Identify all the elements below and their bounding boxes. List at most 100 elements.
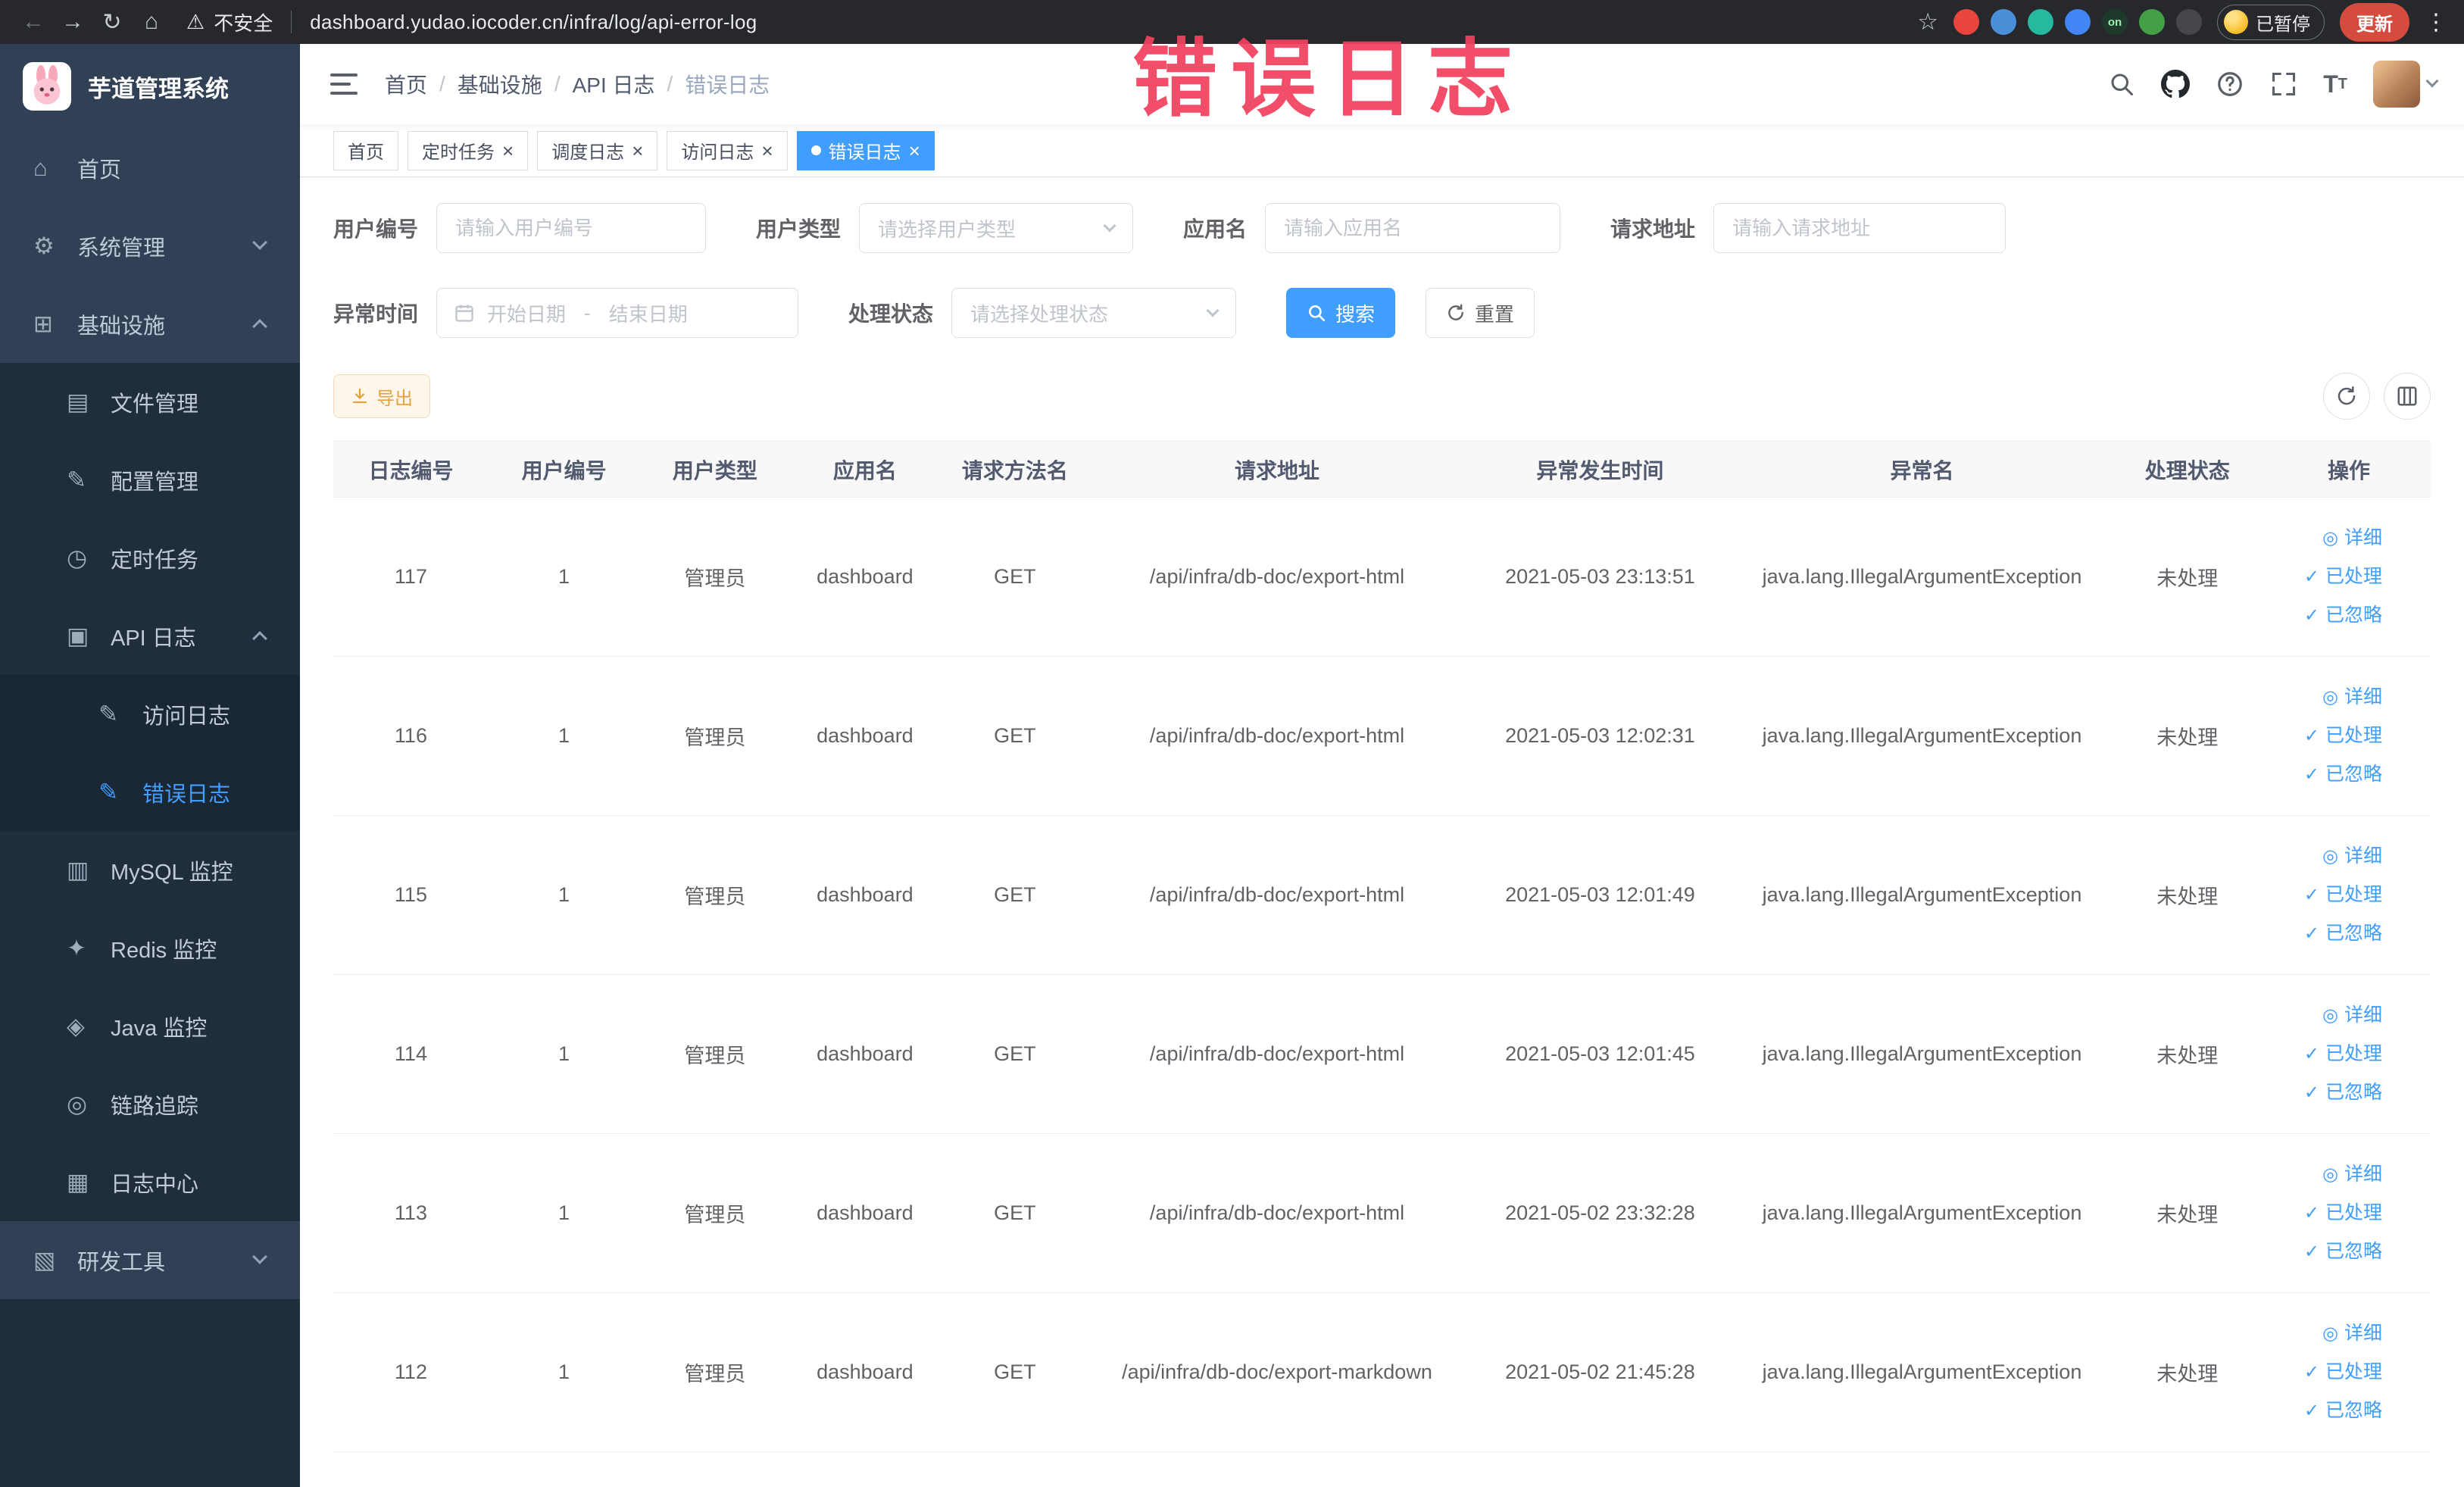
- breadcrumb-item[interactable]: 首页: [385, 69, 427, 99]
- sidebar-item-access-logs[interactable]: ✎ 访问日志: [0, 675, 300, 753]
- extension-blue-drop-icon[interactable]: [1991, 9, 2016, 35]
- sidebar-menu: ⌂ 首页 ⚙ 系统管理 ⊞ 基础设施 ▤ 文件管理 ✎ 配置管理 ◷ 定时任务 ▣ API 日志 ✎ 访问日志…: [0, 129, 300, 1487]
- table-cell: /api/infra/db-doc/export-html: [1090, 974, 1464, 1134]
- action-ignored[interactable]: ✓ 已忽略: [2275, 914, 2382, 953]
- hamburger-icon[interactable]: [327, 69, 361, 99]
- action-ignored[interactable]: ✓ 已忽略: [2275, 1392, 2382, 1430]
- search-icon[interactable]: [2108, 70, 2135, 98]
- action-ignored[interactable]: ✓ 已忽略: [2275, 755, 2382, 794]
- table-cell: 未处理: [2107, 497, 2267, 657]
- action-processed[interactable]: ✓ 已处理: [2275, 1353, 2382, 1392]
- sidebar-item-home[interactable]: ⌂ 首页: [0, 129, 300, 207]
- back-icon[interactable]: ←: [17, 5, 50, 39]
- extension-grid-icon[interactable]: [2065, 9, 2091, 35]
- update-button[interactable]: 更新: [2340, 2, 2409, 42]
- search-button[interactable]: 搜索: [1286, 288, 1396, 338]
- action-label: 已处理: [2325, 1201, 2382, 1223]
- sidebar-item-config-management[interactable]: ✎ 配置管理: [0, 441, 300, 519]
- sidebar-item-scheduled-tasks[interactable]: ◷ 定时任务: [0, 519, 300, 597]
- github-icon[interactable]: [2161, 70, 2191, 98]
- action-detail[interactable]: ◎ 详细: [2275, 678, 2382, 717]
- filter-label: 应用名: [1183, 217, 1248, 241]
- sidebar-item-api-logs[interactable]: ▣ API 日志: [0, 597, 300, 675]
- sidebar-item-error-logs[interactable]: ✎ 错误日志: [0, 753, 300, 831]
- export-button[interactable]: 导出: [333, 374, 430, 418]
- action-detail[interactable]: ◎ 详细: [2275, 996, 2382, 1035]
- check-icon: ✓: [2303, 1401, 2319, 1422]
- action-detail[interactable]: ◎ 详细: [2275, 1314, 2382, 1353]
- request-url-input[interactable]: [1713, 203, 2006, 253]
- action-ignored[interactable]: ✓ 已忽略: [2275, 1232, 2382, 1271]
- date-range-picker[interactable]: 开始日期 - 结束日期: [436, 288, 799, 338]
- action-processed[interactable]: ✓ 已处理: [2275, 558, 2382, 596]
- bookmark-star-icon[interactable]: ☆: [1917, 8, 1938, 36]
- sidebar-item-java-monitor[interactable]: ◈ Java 监控: [0, 987, 300, 1065]
- action-ignored[interactable]: ✓ 已忽略: [2275, 1073, 2382, 1112]
- avatar[interactable]: [2373, 61, 2420, 108]
- tab-访问日志[interactable]: 访问日志 ×: [667, 130, 788, 170]
- font-size-icon[interactable]: TT: [2323, 70, 2347, 98]
- action-detail[interactable]: ◎ 详细: [2275, 837, 2382, 876]
- refresh-icon[interactable]: [2323, 373, 2370, 420]
- browser-home-icon[interactable]: ⌂: [135, 5, 168, 39]
- action-processed[interactable]: ✓ 已处理: [2275, 876, 2382, 914]
- action-detail[interactable]: ◎ 详细: [2275, 519, 2382, 558]
- close-icon[interactable]: ×: [761, 141, 773, 161]
- close-icon[interactable]: ×: [632, 141, 643, 161]
- profile-paused-badge[interactable]: 已暂停: [2217, 4, 2325, 40]
- fullscreen-icon[interactable]: [2270, 70, 2297, 98]
- sidebar-item-dev-tools[interactable]: ▧ 研发工具: [0, 1221, 300, 1299]
- tools-icon: ▧: [33, 1246, 56, 1273]
- sidebar-item-log-center[interactable]: ▦ 日志中心: [0, 1143, 300, 1221]
- action-ignored[interactable]: ✓ 已忽略: [2275, 596, 2382, 635]
- check-icon: ✓: [2303, 725, 2319, 746]
- main-panel: 首页 / 基础设施 / API 日志 / 错误日志 TT 首页 定时任务 × 调…: [300, 44, 2464, 1487]
- sidebar-item-file-management[interactable]: ▤ 文件管理: [0, 363, 300, 441]
- table-cell: 114: [333, 974, 489, 1134]
- tab-调度日志[interactable]: 调度日志 ×: [537, 130, 658, 170]
- reset-button[interactable]: 重置: [1426, 288, 1535, 338]
- action-processed[interactable]: ✓ 已处理: [2275, 1194, 2382, 1232]
- reload-icon[interactable]: ↻: [95, 5, 129, 39]
- column-settings-icon[interactable]: [2384, 373, 2431, 420]
- table-cell: /api/infra/db-doc/export-html: [1090, 497, 1464, 657]
- forward-icon[interactable]: →: [56, 5, 89, 39]
- breadcrumb-item[interactable]: API 日志: [573, 69, 655, 99]
- table-row: 117 1 管理员 dashboard GET/api/infra/db-doc/exp…: [333, 497, 2431, 657]
- site-security[interactable]: ⚠ 不安全: [186, 8, 273, 36]
- extension-paw-icon[interactable]: [2176, 9, 2202, 35]
- table-cell: /api/infra/db-doc/export-html: [1090, 1133, 1464, 1293]
- sidebar-item-trace[interactable]: ◎ 链路追踪: [0, 1065, 300, 1143]
- sidebar-item-mysql-monitor[interactable]: ▥ MySQL 监控: [0, 831, 300, 909]
- help-icon[interactable]: [2216, 70, 2244, 98]
- sidebar-item-infrastructure[interactable]: ⊞ 基础设施: [0, 285, 300, 363]
- extension-teal-icon[interactable]: [2028, 9, 2053, 35]
- breadcrumb-item[interactable]: 基础设施: [458, 69, 542, 99]
- tab-首页[interactable]: 首页: [333, 130, 398, 170]
- table-cell: 117: [333, 497, 489, 657]
- action-processed[interactable]: ✓ 已处理: [2275, 717, 2382, 755]
- close-icon[interactable]: ×: [502, 141, 514, 161]
- tab-错误日志[interactable]: 错误日志 ×: [796, 130, 935, 170]
- redis-icon: ✦: [67, 934, 86, 961]
- user-id-input[interactable]: [436, 203, 707, 253]
- filter-label: 异常时间: [333, 302, 419, 326]
- app-logo[interactable]: 芋道管理系统: [0, 44, 300, 129]
- extension-red-icon[interactable]: [1953, 9, 1979, 35]
- close-icon[interactable]: ×: [909, 141, 920, 161]
- browser-menu-icon[interactable]: ⋮: [2425, 9, 2447, 36]
- app-name-input[interactable]: [1265, 203, 1561, 253]
- user-menu[interactable]: [2373, 61, 2439, 108]
- extension-on-badge-icon[interactable]: on: [2102, 9, 2128, 35]
- sidebar-item-system-management[interactable]: ⚙ 系统管理: [0, 207, 300, 285]
- extension-leaf-icon[interactable]: [2139, 9, 2165, 35]
- action-processed[interactable]: ✓ 已处理: [2275, 1035, 2382, 1073]
- tab-定时任务[interactable]: 定时任务 ×: [408, 130, 529, 170]
- home-icon: ⌂: [33, 154, 48, 181]
- action-detail[interactable]: ◎ 详细: [2275, 1155, 2382, 1194]
- filter-row-1: 用户编号 用户类型 请选择用户类型 应用名 请求地址: [333, 203, 2431, 253]
- sidebar-item-redis-monitor[interactable]: ✦ Redis 监控: [0, 909, 300, 987]
- user-type-select[interactable]: 请选择用户类型: [859, 203, 1134, 253]
- process-status-select[interactable]: 请选择处理状态: [951, 288, 1237, 338]
- url-text[interactable]: dashboard.yudao.iocoder.cn/infra/log/api…: [310, 11, 757, 34]
